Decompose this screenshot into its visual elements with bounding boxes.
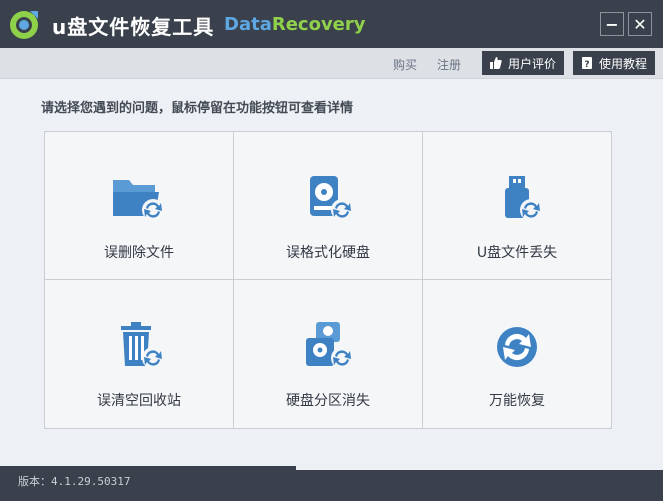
partition-recover-icon	[306, 322, 353, 369]
brand-name: DataRecovery	[224, 14, 366, 35]
thumbs-up-icon	[490, 57, 502, 69]
version-text: 版本：4.1.29.50317	[18, 475, 131, 488]
option-formatted-disk[interactable]: 误格式化硬盘	[234, 132, 423, 280]
buy-link[interactable]: 购买	[393, 56, 417, 73]
title-bar[interactable]: u盘文件恢复工具 DataRecovery − ✕	[0, 0, 663, 48]
option-label: 误删除文件	[104, 245, 174, 261]
trash-recover-icon	[121, 322, 164, 369]
option-label: 硬盘分区消失	[286, 393, 370, 409]
help-book-icon: ?	[582, 57, 592, 69]
recovery-options-grid: 误删除文件 误格式化硬盘 U盘文件丢失 误清空回收站 硬盘分区消失 万能恢复	[44, 131, 612, 429]
universal-recover-icon	[497, 327, 537, 367]
tutorial-label: 使用教程	[599, 56, 648, 71]
option-universal-recovery[interactable]: 万能恢复	[423, 280, 611, 428]
option-label: 误清空回收站	[97, 393, 181, 409]
user-review-button[interactable]: 用户评价	[482, 51, 564, 75]
svg-text:?: ?	[584, 60, 589, 69]
option-label: U盘文件丢失	[476, 245, 558, 261]
option-label: 万能恢复	[489, 393, 545, 409]
toolbar: 购买 注册 用户评价 ? 使用教程	[0, 48, 663, 79]
status-bar: 版本：4.1.29.50317	[0, 466, 663, 501]
brand-part-recovery: Recovery	[271, 14, 366, 35]
app-window: u盘文件恢复工具 DataRecovery − ✕ 购买 注册 用户评价 ? 使…	[0, 0, 663, 501]
option-emptied-recycle-bin[interactable]: 误清空回收站	[45, 280, 234, 428]
folder-recover-icon	[113, 180, 164, 221]
disk-recover-icon	[310, 176, 353, 221]
user-review-label: 用户评价	[508, 56, 557, 71]
option-lost-partition[interactable]: 硬盘分区消失	[234, 280, 423, 428]
option-label: 误格式化硬盘	[286, 245, 370, 261]
minimize-button[interactable]: −	[600, 12, 624, 36]
option-deleted-files[interactable]: 误删除文件	[45, 132, 234, 280]
usb-recover-icon	[505, 176, 542, 221]
option-usb-lost-files[interactable]: U盘文件丢失	[423, 132, 611, 280]
app-logo-icon	[10, 11, 38, 39]
instruction-text: 请选择您遇到的问题，鼠标停留在功能按钮可查看详情	[41, 101, 354, 116]
tutorial-button[interactable]: ? 使用教程	[573, 51, 655, 75]
brand-part-data: Data	[224, 14, 272, 35]
close-button[interactable]: ✕	[628, 12, 652, 36]
app-title: u盘文件恢复工具	[52, 15, 215, 39]
register-link[interactable]: 注册	[437, 56, 461, 73]
footer-divider	[296, 466, 663, 470]
